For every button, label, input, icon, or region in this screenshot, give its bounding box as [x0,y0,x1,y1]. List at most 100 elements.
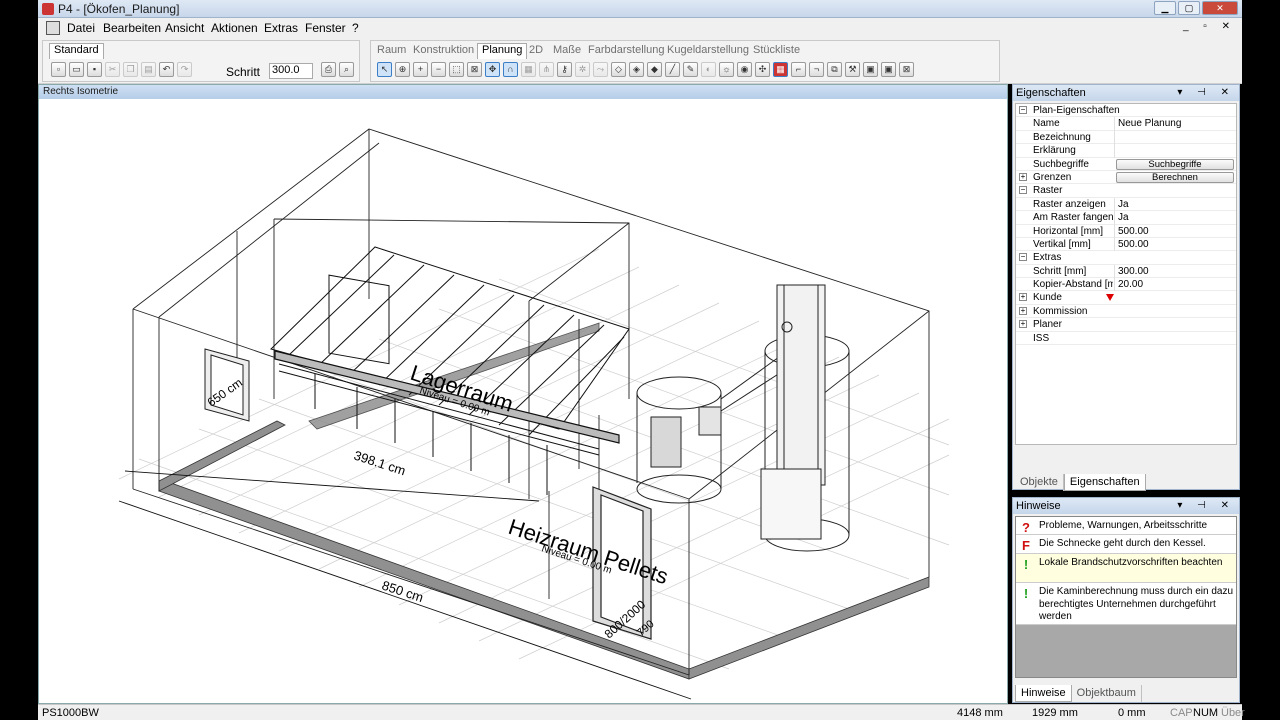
pipe-icon[interactable]: ⤳ [593,62,608,77]
property-row[interactable]: Raster anzeigen Ja [1016,197,1236,212]
layers-icon[interactable]: ⧉ [827,62,842,77]
property-value[interactable] [1114,130,1236,145]
save-icon[interactable]: ▪ [87,62,102,77]
property-row[interactable]: + Kunde [1016,291,1236,305]
zoom-in-icon[interactable]: + [413,62,428,77]
undo-icon[interactable]: ↶ [159,62,174,77]
property-value[interactable] [1114,144,1236,158]
panel-controls[interactable]: ▾ ⊣ ✕ [1177,85,1235,101]
property-row[interactable]: + Kommission [1016,305,1236,319]
move-icon[interactable]: ✥ [485,62,500,77]
menu-bearbeiten[interactable]: Bearbeiten [103,21,161,35]
tab-raum[interactable]: Raum [377,44,406,58]
property-value[interactable]: Neue Planung [1114,117,1236,131]
tab-stueckliste[interactable]: Stückliste [753,44,800,58]
hint-item[interactable]: ! Die Kaminberechnung muss durch ein dazu… [1016,583,1236,625]
box-hidden-icon[interactable]: ◈ [629,62,644,77]
app-icon[interactable] [42,3,54,15]
box-wire-icon[interactable]: ◇ [611,62,626,77]
property-row[interactable]: − Extras [1016,251,1236,265]
step-up-icon[interactable]: ¬ [809,62,824,77]
expand-icon[interactable]: + [1019,293,1027,302]
menu-help[interactable]: ? [352,21,359,35]
close-icon[interactable]: ✕ [1202,1,1238,15]
zoom-all-icon[interactable]: ⊠ [467,62,482,77]
edit-icon[interactable]: ✎ [683,62,698,77]
menu-aktionen[interactable]: Aktionen [211,21,258,35]
light-icon[interactable]: ☼ [719,62,734,77]
property-row[interactable]: Erklärung [1016,144,1236,158]
schritt-input[interactable]: 300.0 [269,63,313,79]
line-icon[interactable]: ╱ [665,62,680,77]
property-row[interactable]: + Grenzen Berechnen [1016,171,1236,185]
mdi-controls[interactable]: _ ▫ ✕ [1183,21,1236,32]
hints-panel-controls[interactable]: ▾ ⊣ ✕ [1177,498,1235,514]
zoom-window-icon[interactable]: ⬚ [449,62,464,77]
menu-datei[interactable]: Datei [67,21,95,35]
tab-kugeldarstellung[interactable]: Kugeldarstellung [667,44,749,58]
red-grid-icon[interactable]: ▦ [773,62,788,77]
menu-ansicht[interactable]: Ansicht [165,21,204,35]
frame3-icon[interactable]: ⊠ [899,62,914,77]
property-button[interactable]: Berechnen [1116,171,1234,183]
camera-icon[interactable]: ◉ [737,62,752,77]
isometric-plan[interactable]: Lagerraum Niveau = 0.00 m Heizraum Pelle… [39,99,1007,703]
tool-icon[interactable]: ⚒ [845,62,860,77]
property-row[interactable]: Kopier-Abstand [mm]20.00 [1016,278,1236,292]
property-row[interactable]: + Planer [1016,318,1236,332]
paste-icon[interactable]: ▤ [141,62,156,77]
hint-item[interactable]: F Die Schnecke geht durch den Kessel. [1016,535,1236,554]
select-arrow-icon[interactable]: ↖ [377,62,392,77]
expand-icon[interactable]: + [1019,306,1027,315]
property-row[interactable]: Suchbegriffe Suchbegriffe [1016,158,1236,171]
tools-icon[interactable]: ✲ [575,62,590,77]
tab-hinweise[interactable]: Hinweise [1015,685,1072,702]
grid-icon[interactable]: ▦ [521,62,536,77]
frame2-icon[interactable]: ▣ [881,62,896,77]
expand-icon[interactable]: + [1019,172,1027,181]
property-value[interactable]: 20.00 [1114,278,1236,292]
hint-item[interactable]: ! Lokale Brandschutzvorschriften beachten [1016,554,1236,583]
render-icon[interactable]: ◐ [701,62,716,77]
expand-icon[interactable]: + [1019,320,1027,329]
key-icon[interactable]: ⚷ [557,62,572,77]
property-row[interactable]: − Raster [1016,184,1236,198]
property-row[interactable]: Schritt [mm] 300.00 [1016,264,1236,279]
property-row[interactable]: Name Neue Planung [1016,117,1236,131]
maximize-icon[interactable]: ▢ [1178,1,1200,15]
collapse-icon[interactable]: − [1019,253,1027,262]
property-grid[interactable]: − Plan-Eigenschaften Name Neue Planung Bezei… [1015,103,1237,445]
tab-objektbaum[interactable]: Objektbaum [1072,685,1142,702]
document-icon[interactable] [46,21,60,35]
property-value[interactable]: 300.00 [1114,264,1236,279]
tab-masse[interactable]: Maße [553,44,581,58]
orbit-icon[interactable]: ✣ [755,62,770,77]
collapse-icon[interactable]: − [1019,186,1027,195]
tab-konstruktion[interactable]: Konstruktion [413,44,474,58]
box-shaded-icon[interactable]: ◆ [647,62,662,77]
snap-magnet-icon[interactable]: ∩ [503,62,518,77]
tab-eigenschaften[interactable]: Eigenschaften [1063,474,1146,491]
property-row[interactable]: − Plan-Eigenschaften [1016,104,1236,118]
property-row[interactable]: Bezeichnung [1016,130,1236,145]
property-value[interactable]: 500.00 [1114,224,1236,238]
minimize-icon[interactable]: ▁ [1154,1,1176,15]
viewport-3d[interactable]: Rechts Isometrie Lagerraum Niveau = 0.00… [38,84,1008,704]
step-down-icon[interactable]: ⌐ [791,62,806,77]
property-row[interactable]: Vertikal [mm] 500.00 [1016,237,1236,252]
redo-icon[interactable]: ↷ [177,62,192,77]
open-icon[interactable]: ▭ [69,62,84,77]
tab-farbdarstellung[interactable]: Farbdarstellung [588,44,664,58]
zoom-out-icon[interactable]: − [431,62,446,77]
property-row[interactable]: Am Raster fangen Ja [1016,211,1236,225]
property-row[interactable]: Horizontal [mm] 500.00 [1016,224,1236,238]
property-row[interactable]: ISS [1016,332,1236,346]
menu-extras[interactable]: Extras [264,21,298,35]
menu-fenster[interactable]: Fenster [305,21,346,35]
tab-planung[interactable]: Planung [477,43,528,59]
zoom-pan-icon[interactable]: ⊕ [395,62,410,77]
cut-icon[interactable]: ✂ [105,62,120,77]
property-value[interactable]: Ja [1114,211,1236,225]
new-icon[interactable]: ▫ [51,62,66,77]
tab-2d[interactable]: 2D [529,44,543,58]
